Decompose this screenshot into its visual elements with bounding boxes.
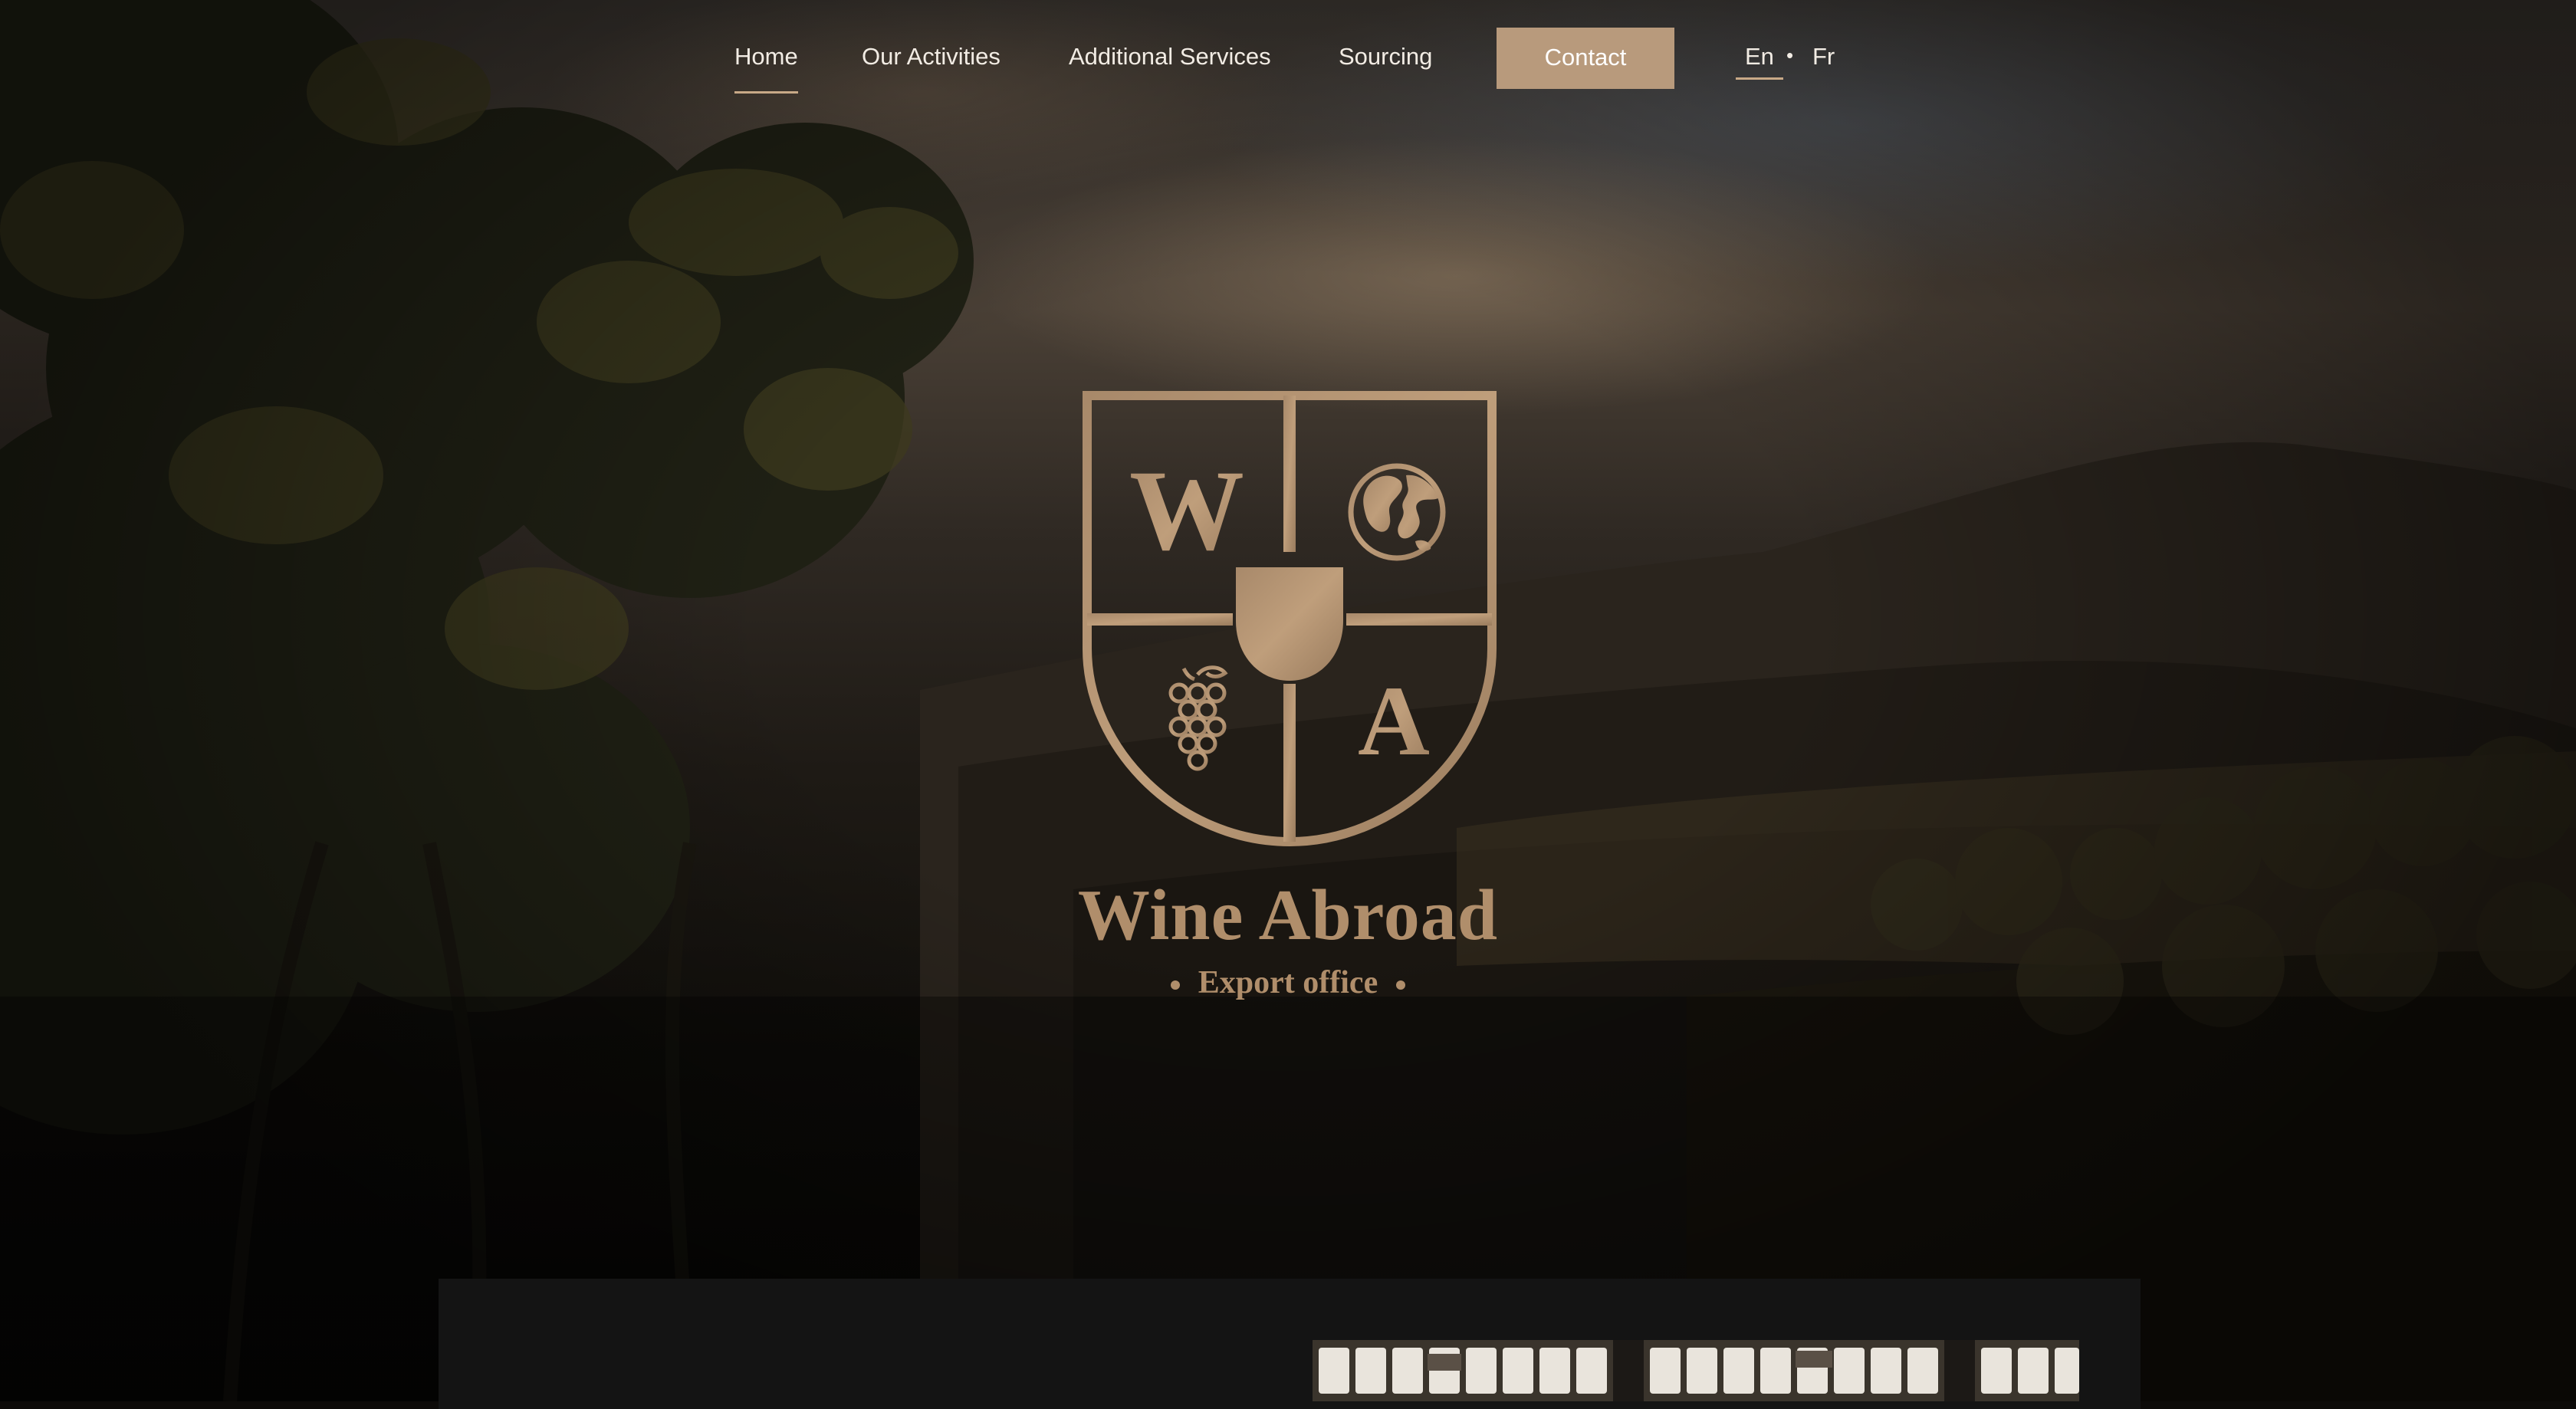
- lang-en-link[interactable]: En: [1736, 28, 1783, 89]
- crest-letter-a: A: [1358, 666, 1430, 777]
- nav-our-activities-link[interactable]: Our Activities: [862, 28, 1001, 89]
- nav-sourcing-link[interactable]: Sourcing: [1339, 28, 1432, 89]
- wine-glass-icon: [1236, 567, 1343, 681]
- shield-divider-horizontal-left: [1087, 613, 1233, 626]
- subtitle-dot-left: [1170, 980, 1180, 990]
- brand-subtitle: Export office: [1198, 965, 1378, 1000]
- main-nav: Home Our Activities Additional Services …: [0, 28, 2576, 94]
- crest-letter-w: W: [1129, 447, 1244, 574]
- globe-icon: [1348, 463, 1446, 561]
- wine-bottles-image: [1313, 1340, 2079, 1401]
- brand-subtitle-row: Export office: [1058, 964, 1518, 1001]
- nav-additional-services-link[interactable]: Additional Services: [1069, 28, 1271, 89]
- brand-title: Wine Abroad: [1077, 875, 1499, 955]
- shield-divider-vertical-top: [1283, 396, 1296, 552]
- lang-separator: •: [1786, 44, 1794, 67]
- crest-logo: W A: [1083, 391, 1497, 847]
- shield-divider-vertical-bottom: [1283, 684, 1296, 842]
- nav-home-link[interactable]: Home: [734, 28, 798, 94]
- grapes-icon: [1168, 665, 1228, 771]
- wine-bottles-illustration: [1313, 1340, 2079, 1401]
- contact-button[interactable]: Contact: [1497, 28, 1674, 89]
- subtitle-dot-right: [1396, 980, 1406, 990]
- shield-divider-horizontal-right: [1346, 613, 1492, 626]
- lang-fr-link[interactable]: Fr: [1812, 28, 1835, 89]
